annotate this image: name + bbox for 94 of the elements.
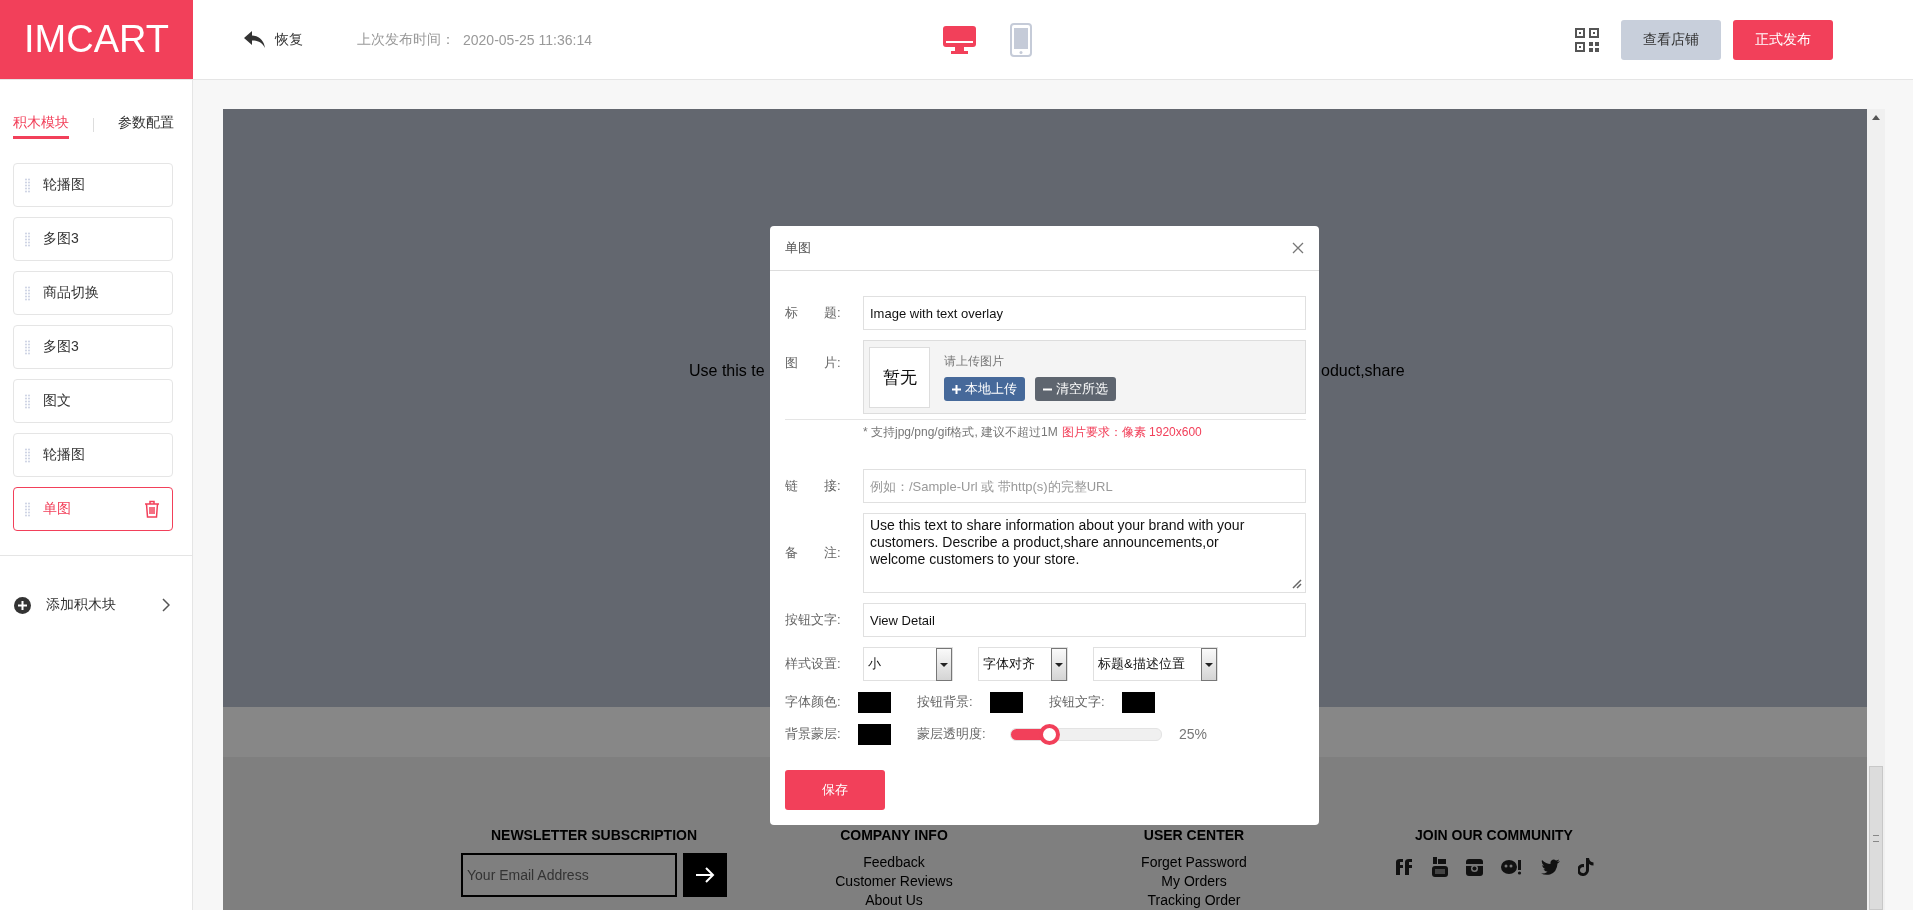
footer-link[interactable]: Forget Password	[1141, 853, 1247, 872]
note-textarea[interactable]: Use this text to share information about your brand with your customers. Describe a product,share announcements,or welcome customers to your store.	[863, 513, 1306, 593]
field-label: 样式设置:	[785, 655, 842, 673]
dropdown[interactable]: 小	[863, 647, 953, 681]
title-field[interactable]: Image with text overlay	[863, 296, 1306, 330]
drag-handle-icon[interactable]	[25, 393, 30, 409]
link-field[interactable]: 例如：/Sample-Url 或 带http(s)的完整URL	[863, 469, 1306, 503]
scrollbar-up-icon[interactable]	[1872, 115, 1880, 120]
module-item[interactable]: 多图3	[13, 217, 173, 261]
upload-button[interactable]: 本地上传	[944, 377, 1025, 401]
scrollbar-thumb[interactable]	[1869, 766, 1883, 910]
footer-heading: JOIN OUR COMMUNITY	[1415, 827, 1573, 843]
add-block-item[interactable]: 添加积木块	[0, 593, 192, 617]
arrow-right-icon	[695, 867, 715, 883]
color-swatch[interactable]	[858, 723, 891, 745]
image-requirement: 图片要求：像素 1920x600	[1061, 424, 1202, 441]
hero-text: oduct,share	[1321, 362, 1405, 380]
module-label: 商品切换	[43, 284, 99, 302]
field-label: 链 接:	[785, 477, 842, 495]
view-store-button[interactable]: 查看店铺	[1621, 19, 1721, 60]
footer-link[interactable]: About Us	[865, 891, 923, 910]
plus-circle-icon	[14, 596, 31, 614]
publish-time-label: 上次发布时间：	[357, 30, 455, 49]
field-label: 背景蒙层:	[785, 725, 842, 743]
module-item[interactable]: 图文	[13, 379, 173, 423]
field-label: 蒙层透明度:	[917, 725, 987, 743]
module-item[interactable]: 多图3	[13, 325, 173, 369]
subscribe-button[interactable]	[683, 853, 727, 897]
sidebar-tab[interactable]: 积木模块	[13, 114, 69, 139]
email-field[interactable]: Your Email Address	[461, 853, 677, 897]
footer-heading: USER CENTER	[1143, 827, 1245, 843]
module-label: 图文	[43, 392, 71, 410]
color-swatch[interactable]	[1122, 691, 1155, 713]
desktop-icon[interactable]	[942, 25, 976, 54]
clear-button[interactable]: 清空所选	[1035, 377, 1116, 401]
qr-code-icon[interactable]	[1575, 27, 1599, 52]
footer-heading: COMPANY INFO	[840, 827, 948, 843]
module-item[interactable]: 单图	[13, 487, 173, 531]
drag-handle-icon[interactable]	[25, 285, 30, 301]
button-text-field[interactable]: View Detail	[863, 603, 1306, 637]
publish-button[interactable]: 正式发布	[1733, 19, 1833, 60]
trash-icon[interactable]	[144, 500, 160, 518]
footer-link[interactable]: Feedback	[863, 853, 925, 872]
dropdown[interactable]: 字体对齐	[978, 647, 1068, 681]
color-swatch[interactable]	[858, 691, 891, 713]
dialog-title: 单图	[785, 239, 811, 257]
tiktok-icon[interactable]	[1578, 858, 1594, 876]
sidebar-tab[interactable]: 参数配置	[118, 114, 174, 139]
drag-handle-icon[interactable]	[25, 177, 30, 193]
dropdown[interactable]: 标题&描述位置	[1093, 647, 1218, 681]
footer-link[interactable]: My Orders	[1161, 872, 1227, 891]
publish-time: 2020-05-25 11:36:14	[463, 31, 592, 48]
field-label: 按钮文字:	[785, 611, 842, 629]
footer-link[interactable]: Tracking Order	[1147, 891, 1241, 910]
module-label: 轮播图	[43, 446, 85, 464]
field-label: 字体颜色:	[785, 693, 842, 711]
drag-handle-icon[interactable]	[25, 447, 30, 463]
youtube-icon[interactable]	[1432, 857, 1448, 877]
hero-text: Use this te	[689, 362, 765, 380]
opacity-value: 25%	[1179, 726, 1208, 742]
resize-grip-icon[interactable]	[1292, 579, 1302, 589]
module-item[interactable]: 轮播图	[13, 433, 173, 477]
field-label: 备 注:	[785, 544, 842, 562]
module-label: 多图3	[43, 230, 79, 248]
instagram-icon[interactable]	[1466, 858, 1483, 876]
footer-link[interactable]: Customer Reviews	[835, 872, 953, 891]
save-button[interactable]: 保存	[785, 770, 885, 810]
logo: IMCART	[0, 0, 193, 79]
module-item[interactable]: 轮播图	[13, 163, 173, 207]
field-label: 标 题:	[785, 304, 842, 322]
upload-prompt: 请上传图片	[944, 353, 1005, 370]
undo-icon	[243, 29, 267, 50]
module-label: 单图	[43, 500, 71, 518]
module-item[interactable]: 商品切换	[13, 271, 173, 315]
footer-heading: NEWSLETTER SUBSCRIPTION	[490, 827, 698, 843]
chevron-right-icon	[162, 598, 170, 612]
module-label: 轮播图	[43, 176, 85, 194]
drag-handle-icon[interactable]	[25, 501, 30, 517]
field-label: 图 片:	[785, 354, 842, 372]
twitter-icon[interactable]	[1541, 859, 1560, 875]
drag-handle-icon[interactable]	[25, 339, 30, 355]
field-label: 按钮背景:	[917, 693, 974, 711]
slider-thumb[interactable]	[1038, 723, 1060, 745]
image-field[interactable]: 暂无	[869, 346, 930, 408]
undo-button[interactable]: 恢复	[243, 29, 303, 50]
field-label: 按钮文字:	[1049, 693, 1106, 711]
module-label: 多图3	[43, 338, 79, 356]
plus-icon	[952, 384, 961, 394]
drag-handle-icon[interactable]	[25, 231, 30, 247]
upload-hint: * 支持jpg/png/gif格式, 建议不超过1M	[863, 424, 1058, 441]
color-swatch[interactable]	[990, 691, 1023, 713]
brand-icon[interactable]	[1394, 858, 1414, 876]
brand-icon[interactable]	[1501, 859, 1523, 875]
close-icon[interactable]	[1292, 242, 1304, 254]
